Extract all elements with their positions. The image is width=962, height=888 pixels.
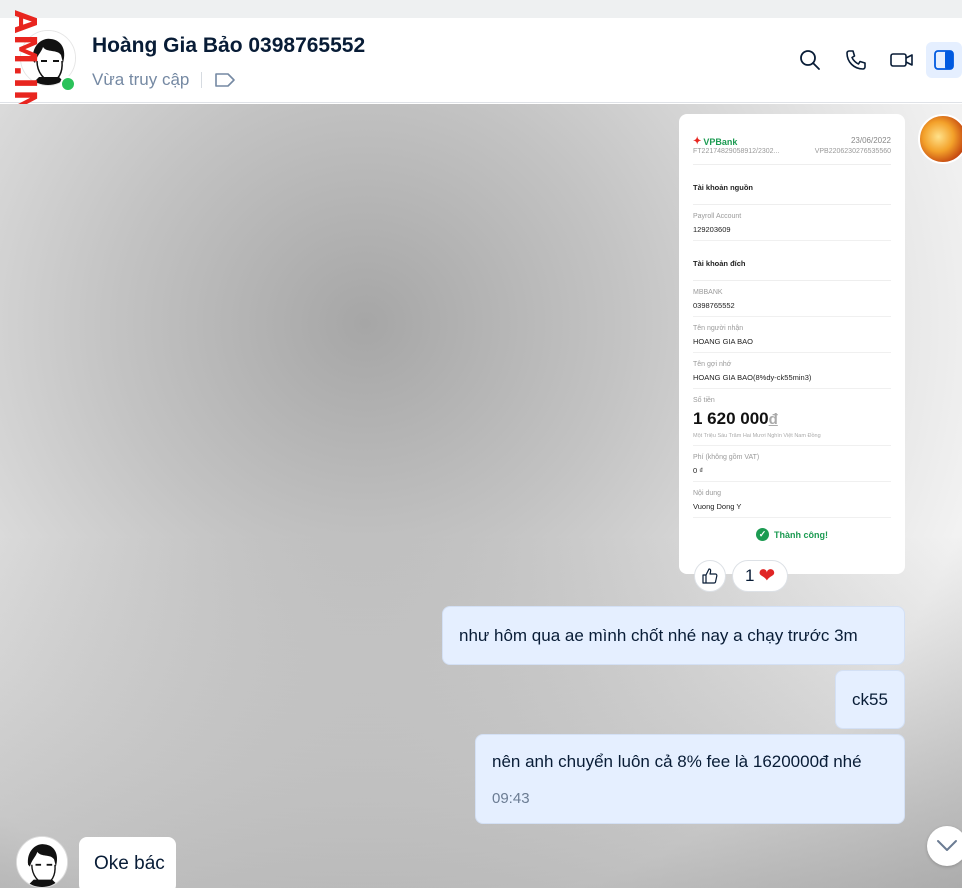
contact-avatar-small[interactable] [16, 836, 68, 888]
sidebar-toggle-icon [934, 50, 954, 70]
search-button[interactable] [788, 42, 832, 78]
window-top-strip [0, 0, 962, 18]
react-button[interactable] [694, 560, 726, 592]
chat-area: ✦ VPBank 23/06/2022 FT22174829058912/230… [0, 104, 962, 888]
video-call-icon [890, 53, 913, 67]
dest-account-row: MBBANK 0398765552 [693, 281, 891, 317]
last-active-status: Vừa truy cập [92, 70, 190, 89]
amount-currency: đ [768, 411, 778, 428]
fee-row: Phí (không gồm VAT) 0 ₫ [693, 446, 891, 482]
header-actions [786, 42, 962, 78]
incoming-message-bubble[interactable]: Oke bác [79, 837, 176, 888]
content-label: Nội dung [693, 490, 722, 497]
amount-value-line: 1 620 000đ [693, 409, 891, 429]
success-status: ✓ Thành công! [693, 518, 891, 541]
amount-in-words: Một Triệu Sáu Trăm Hai Mươi Nghìn Việt N… [693, 433, 821, 439]
chevron-down-icon [937, 840, 957, 851]
status-divider [201, 72, 203, 88]
alias-label: Tên gợi nhớ [693, 361, 732, 368]
search-icon [800, 50, 820, 70]
message-bubble[interactable]: ck55 [835, 670, 905, 729]
dest-bank: MBBANK [693, 289, 723, 296]
recipient-name: HOANG GIA BAO [693, 337, 754, 346]
message-time: 09:43 [492, 789, 530, 807]
message-text: như hôm qua ae mình chốt nhé nay a chạy … [459, 625, 858, 645]
message-bubble[interactable]: nên anh chuyển luôn cả 8% fee là 1620000… [475, 734, 905, 824]
source-account-row: Payroll Account 129203609 [693, 205, 891, 241]
contact-avatar-illustration [17, 837, 67, 887]
transaction-ref: FT22174829058912/2302... [693, 148, 780, 155]
dest-account-number: 0398765552 [693, 301, 735, 310]
online-status-dot [60, 76, 76, 92]
voice-call-button[interactable] [834, 42, 878, 78]
message-text: ck55 [852, 689, 888, 709]
tag-icon[interactable] [214, 72, 236, 88]
reaction-summary[interactable]: 1 ❤ [732, 560, 789, 592]
message-bubble[interactable]: như hôm qua ae mình chốt nhé nay a chạy … [442, 606, 905, 665]
receipt-references: FT22174829058912/2302... VPB220623027653… [693, 148, 891, 155]
sender-avatar[interactable] [918, 114, 962, 164]
check-circle-icon: ✓ [756, 528, 769, 541]
message-text: Oke bác [94, 853, 165, 874]
video-call-button[interactable] [880, 42, 924, 78]
receipt-header: ✦ VPBank 23/06/2022 FT22174829058912/230… [693, 114, 891, 165]
alias-row: Tên gợi nhớ HOANG GIA BAO(8%dy-ck55min3) [693, 353, 891, 389]
recipient-label: Tên người nhận [693, 325, 744, 332]
success-text: Thành công! [774, 529, 828, 540]
vpbank-logo-icon: ✦ [693, 136, 702, 147]
heart-icon: ❤ [758, 565, 776, 587]
transfer-receipt-image[interactable]: ✦ VPBank 23/06/2022 FT22174829058912/230… [679, 114, 905, 574]
fee-value: 0 ₫ [693, 466, 704, 475]
thumbs-up-icon [702, 568, 718, 584]
source-account-number: 129203609 [693, 225, 731, 234]
recipient-row: Tên người nhận HOANG GIA BAO [693, 317, 891, 353]
phone-icon [846, 50, 866, 70]
amount-row: Số tiền 1 620 000đ Một Triệu Sáu Trăm Ha… [693, 389, 891, 446]
alias-value: HOANG GIA BAO(8%dy-ck55min3) [693, 373, 812, 382]
contact-name[interactable]: Hoàng Gia Bảo 0398765552 [92, 34, 365, 58]
scroll-to-bottom-button[interactable] [927, 826, 962, 866]
contact-status-row: Vừa truy cập [92, 70, 236, 90]
reaction-count: 1 [745, 566, 755, 585]
bank-name: VPBank [703, 136, 738, 147]
source-account-label: Payroll Account [693, 213, 742, 220]
amount-value: 1 620 000 [693, 409, 769, 428]
chat-header: Hoàng Gia Bảo 0398765552 Vừa truy cập [0, 18, 962, 103]
fee-label: Phí (không gồm VAT) [693, 454, 760, 461]
message-text: nên anh chuyển luôn cả 8% fee là 1620000… [492, 751, 862, 771]
dest-account-title: Tài khoản đích [693, 241, 891, 281]
content-value: Vuong Dong Y [693, 502, 742, 511]
bank-ref: VPB2206230276535560 [814, 148, 891, 155]
conversation-info-toggle[interactable] [926, 42, 962, 78]
receipt-date: 23/06/2022 [850, 136, 891, 145]
source-account-title: Tài khoản nguồn [693, 165, 891, 205]
vpbank-logo: ✦ VPBank [693, 136, 737, 147]
content-row: Nội dung Vuong Dong Y [693, 482, 891, 518]
amount-label: Số tiền [693, 397, 715, 404]
